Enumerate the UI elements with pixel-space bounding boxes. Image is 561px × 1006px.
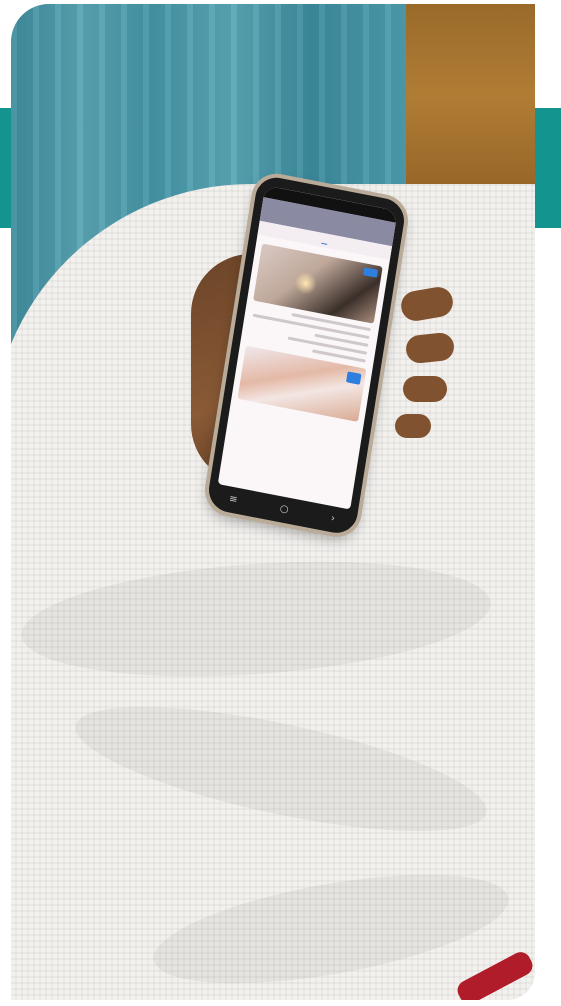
back-icon[interactable]: › (330, 513, 336, 525)
home-icon[interactable]: ○ (279, 503, 289, 515)
menu-icon[interactable]: ≡ (228, 493, 238, 505)
tab[interactable] (277, 228, 284, 235)
teal-accent-right (535, 108, 561, 228)
tab-active[interactable] (321, 236, 329, 245)
page: ≡ ○ › (0, 0, 561, 1006)
finger (403, 376, 447, 402)
read-more-button[interactable] (363, 267, 379, 278)
finger (395, 414, 431, 438)
read-more-button[interactable] (346, 371, 362, 385)
photo: ≡ ○ › (11, 4, 535, 1000)
tab[interactable] (365, 245, 372, 252)
